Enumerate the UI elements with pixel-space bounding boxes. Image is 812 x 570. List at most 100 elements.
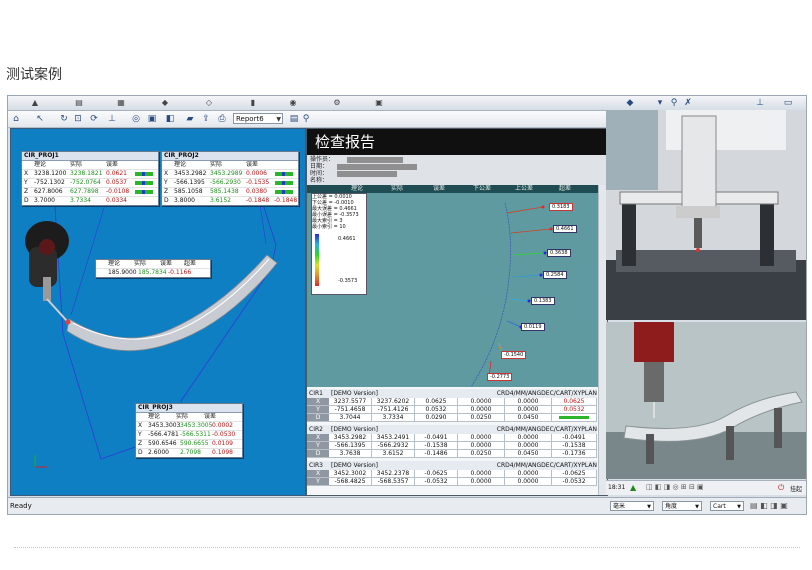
nominal-value: -566.1395 [174, 179, 205, 186]
tab-measure-icon[interactable]: ◆ [158, 97, 172, 108]
axis-cell: Y [307, 478, 329, 486]
coord-select[interactable]: Cart ▼ [710, 501, 744, 511]
tab-probe-icon[interactable]: ▮ [246, 97, 260, 108]
deviation-value: -0.1535 [246, 179, 270, 186]
dimension-box-cir-proj2[interactable]: CIR_PROJ2 理论 实际 误差 X 3453.2982 3453.2989 0.… [161, 151, 299, 206]
lowtol-cell: 0.0000 [458, 398, 505, 406]
screen-icon[interactable]: ▣ [146, 113, 158, 125]
inspection-report-panel: 检查报告 操作员： 日期： 时间： 名称： 理论 实际 误差 下公差 上公差 超… [306, 128, 608, 496]
axis-icon[interactable]: ⊥ [754, 97, 766, 109]
version-label: [DEMO Version] [331, 426, 378, 433]
deviation-value: -0.1848 [246, 197, 270, 204]
dimension-box-cir-proj1[interactable]: CIR_PROJ1 理论 实际 误差 X 3238.1200 3238.1821 0.… [21, 151, 159, 206]
redacted-block [337, 164, 417, 170]
axis-label: D [24, 197, 29, 204]
tip-icon[interactable]: ▾ [654, 97, 666, 109]
home-icon[interactable]: ⌂ [10, 113, 22, 125]
angle-select[interactable]: 角度 ▼ [662, 501, 702, 511]
coord-value: Cart [713, 503, 726, 510]
actual-value: 3238.1821 [70, 170, 103, 177]
nominal-cell: 3452.3002 [329, 470, 372, 478]
nominal-cell: 3.7044 [329, 414, 372, 422]
dimension-box-mini[interactable]: 理论 实际 误差 超差 185.9000 185.7834 -0.1166 [95, 259, 211, 278]
col-nominal: 理论 [34, 161, 47, 168]
eye-icon[interactable]: ◎ [130, 113, 142, 125]
filter-icon[interactable]: ⚲ [668, 97, 680, 109]
point-label: -0.2773 [487, 373, 513, 381]
filter-icon[interactable]: ⚲ [300, 113, 312, 125]
axis-cell: D [307, 450, 329, 458]
table-title-row: CIR2 [DEMO Version] CRD4/MM/ANGDEC/CART/… [307, 425, 597, 434]
dimension-box-cir-proj3[interactable]: CIR_PROJ3 理论 实际 误差 X 3453.3003 3453.3005 0.… [135, 403, 243, 458]
box-row: Y -566.4781 -566.5311 -0.0530 [136, 430, 242, 439]
plot-col-uptol: 上公差 [515, 185, 534, 192]
lowtol-cell: 0.0000 [458, 478, 505, 486]
axis-label: D [138, 449, 143, 456]
feature-table-cir3: CIR3 [DEMO Version] CRD4/MM/ANGDEC/CART/… [307, 461, 597, 486]
tab-edit-icon[interactable]: ▦ [114, 97, 128, 108]
tab-home-icon[interactable]: ▲ [28, 97, 42, 108]
actual-cell: -566.2932 [372, 442, 415, 450]
point-label: 0.3638 [547, 249, 571, 257]
axis-cell: X [307, 434, 329, 442]
nominal-cell: -751.4658 [329, 406, 372, 414]
window-icon[interactable]: ▭ [782, 97, 794, 109]
point-label: -0.1540 [501, 351, 527, 359]
actual-value: 2.7098 [180, 449, 201, 456]
dev-cell: 0.0625 [415, 398, 458, 406]
clear-icon[interactable]: ✗ [682, 97, 694, 109]
box-header: 理论 实际 误差 [22, 161, 158, 169]
report-settings-icon[interactable]: ▤ [288, 113, 300, 125]
tab-construct-icon[interactable]: ◇ [202, 97, 216, 108]
nominal-cell: 3453.2982 [329, 434, 372, 442]
axis-label: X [24, 170, 29, 177]
cad-viewport[interactable]: CIR_PROJ1 理论 实际 误差 X 3238.1200 3238.1821 0.… [10, 128, 306, 496]
tab-tools-icon[interactable]: ⚙ [330, 97, 344, 108]
chevron-down-icon: ▼ [695, 504, 699, 510]
tab-report-icon[interactable]: ▣ [372, 97, 386, 108]
export-icon[interactable]: ⇪ [200, 113, 212, 125]
mode-label: CRD4/MM/ANGDEC/CART/XYPLAN [496, 426, 597, 433]
nominal-cell: -566.1395 [329, 442, 372, 450]
units-select[interactable]: 毫米 ▼ [610, 501, 654, 511]
layout-icon[interactable]: ◧ [164, 113, 176, 125]
deviation-value: 0.1098 [212, 449, 233, 456]
axis-label: Z [164, 188, 169, 195]
zoom-box-icon[interactable]: ⊡ [72, 113, 84, 125]
exit-label[interactable]: 挂起 [790, 484, 802, 493]
bottom-divider [14, 547, 800, 548]
table-row: Y -568.4825 -568.5357 -0.0532 0.0000 0.0000 -0… [307, 478, 597, 486]
plot-header: 理论 实际 误差 下公差 上公差 超差 [307, 185, 607, 193]
actual-cell: 3453.2491 [372, 434, 415, 442]
point-label: 0.2584 [543, 271, 567, 279]
status-ready: Ready [10, 502, 32, 510]
right-status-bar: 18:31 ▲ ◫ ◧ ◨ ◎ ⊞ ⊟ ▣ ⏻ 挂起 [606, 480, 806, 495]
point-label: 0.1383 [531, 297, 555, 305]
axis-icon[interactable]: ⊥ [106, 113, 118, 125]
refresh-icon[interactable]: ↻ [58, 113, 70, 125]
probe-icon[interactable]: ◆ [624, 97, 636, 109]
folder-icon[interactable]: ▰ [184, 113, 196, 125]
col-nominal: 理论 [174, 161, 187, 168]
status-tray-icons: ▤ ◧ ◨ ▣ [750, 501, 788, 510]
rotate-icon[interactable]: ⟳ [88, 113, 100, 125]
tolerance-bar [134, 188, 156, 196]
tab-view-icon[interactable]: ◉ [286, 97, 300, 108]
report-meta: 操作员： 日期： 时间： 名称： [307, 155, 607, 185]
tab-file-icon[interactable]: ▤ [72, 97, 86, 108]
axis-label: X [164, 170, 169, 177]
box-header: 理论 实际 误差 [162, 161, 298, 169]
actual-value: -566.5311 [180, 431, 211, 438]
out-cell: 0.0625 [552, 398, 597, 406]
cursor-icon[interactable]: ↖ [34, 113, 46, 125]
cmm-machine-photo [606, 110, 806, 320]
print-icon[interactable]: ⎙ [216, 113, 228, 125]
report-template-select[interactable]: Report6 ▼ [233, 113, 283, 124]
units-value: 毫米 [613, 503, 626, 510]
axis-cell: Y [307, 406, 329, 414]
chevron-down-icon: ▼ [647, 504, 651, 510]
exit-icon[interactable]: ⏻ [778, 483, 784, 493]
mode-label: CRD4/MM/ANGDEC/CART/XYPLAN [496, 390, 597, 397]
deviation-value: 0.0380 [246, 188, 267, 195]
axis-label: Z [24, 188, 29, 195]
